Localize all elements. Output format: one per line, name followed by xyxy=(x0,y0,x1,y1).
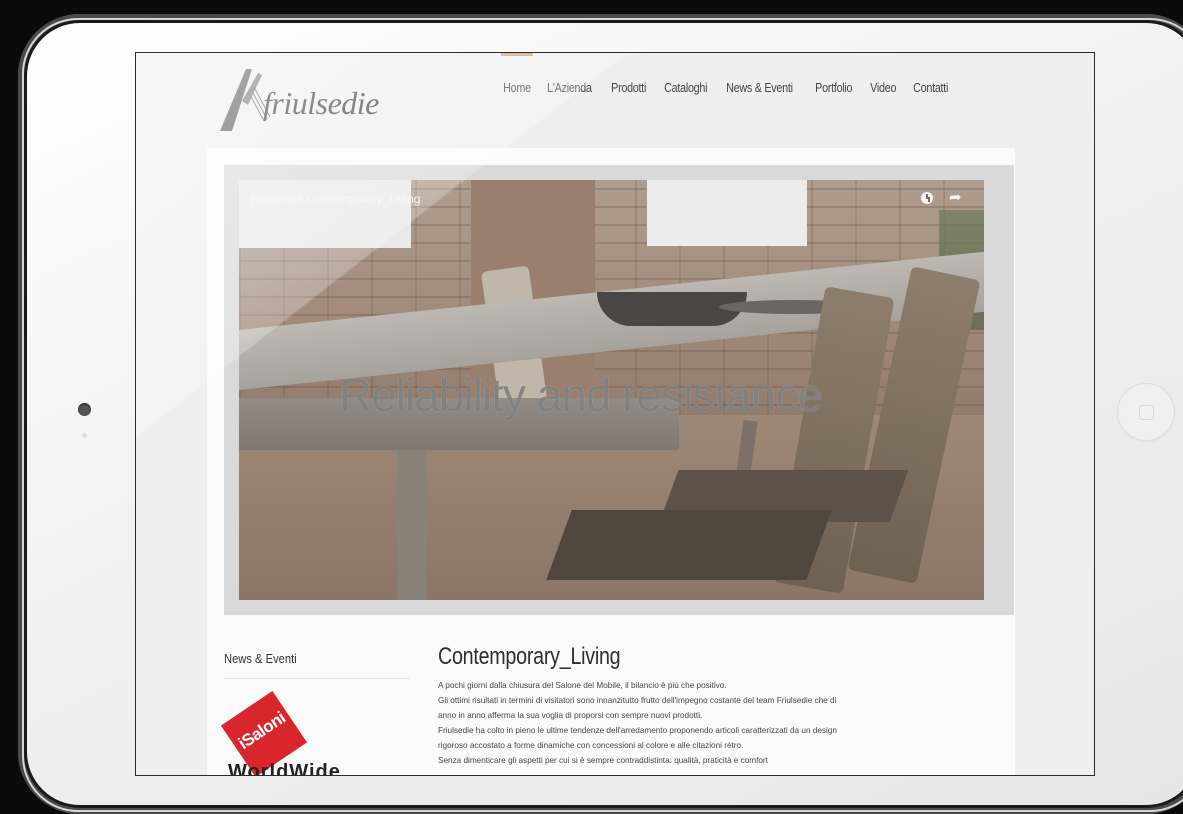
video-scene-table-leg xyxy=(397,450,427,600)
video-title[interactable]: Friulsedie Contemporary_Living xyxy=(251,192,420,206)
logo-text: friulsedie xyxy=(263,85,379,121)
article-paragraph: Senza dimenticare gli aspetti per cui si… xyxy=(438,756,768,765)
article-paragraph: A pochi giorni dalla chiusura del Salone… xyxy=(438,681,727,690)
nav-item-cataloghi[interactable]: Cataloghi xyxy=(659,81,712,95)
video-player[interactable]: Reliability and resistance Friulsedie Co… xyxy=(239,180,984,600)
main-nav: Home L'Azienda Prodotti Cataloghi News &… xyxy=(498,81,960,95)
nav-item-video[interactable]: Video xyxy=(865,81,901,95)
article-paragraph: rigoroso accostato a forme dinamiche con… xyxy=(438,741,744,750)
nav-item-portfolio[interactable]: Portfolio xyxy=(810,81,857,95)
video-overlay-text: Reliability and resistance xyxy=(339,369,823,421)
nav-item-contatti[interactable]: Contatti xyxy=(908,81,953,95)
nav-item-prodotti[interactable]: Prodotti xyxy=(606,81,651,95)
article-body: A pochi giorni dalla chiusura del Salone… xyxy=(438,678,998,768)
home-button[interactable] xyxy=(1117,383,1175,441)
nav-item-news-eventi[interactable]: News & Eventi xyxy=(721,81,798,95)
sidebar-divider xyxy=(224,678,410,679)
article-paragraph: Friulsedie ha colto in pieno le ultime t… xyxy=(438,726,837,735)
share-icon[interactable]: ➦ xyxy=(949,188,962,206)
video-scene-chair-seat xyxy=(546,510,832,580)
article-paragraph: Gli ottimi risultati in termini di visit… xyxy=(438,696,837,705)
article-paragraph: anno in anno afferma la sua voglia di pr… xyxy=(438,711,703,720)
video-scene-window xyxy=(239,180,411,248)
article-title: Contemporary_Living xyxy=(438,643,621,670)
nav-item-home[interactable]: Home xyxy=(498,81,536,95)
browser-screen: friulsedie Home L'Azienda Prodotti Catal… xyxy=(135,52,1095,776)
nav-accent-bar xyxy=(501,53,533,56)
home-square-icon xyxy=(1139,405,1154,420)
clock-icon[interactable] xyxy=(921,192,933,204)
sensor-dot xyxy=(82,433,87,438)
video-scene-window xyxy=(647,180,807,246)
site-logo[interactable]: friulsedie xyxy=(218,61,398,136)
front-camera-icon xyxy=(78,403,91,416)
nav-item-azienda[interactable]: L'Azienda xyxy=(542,81,597,95)
site-header: friulsedie Home L'Azienda Prodotti Catal… xyxy=(136,53,1094,148)
sidebar-heading: News & Eventi xyxy=(224,651,297,666)
sidebar-news-headline[interactable]: WorldWide xyxy=(228,761,341,775)
